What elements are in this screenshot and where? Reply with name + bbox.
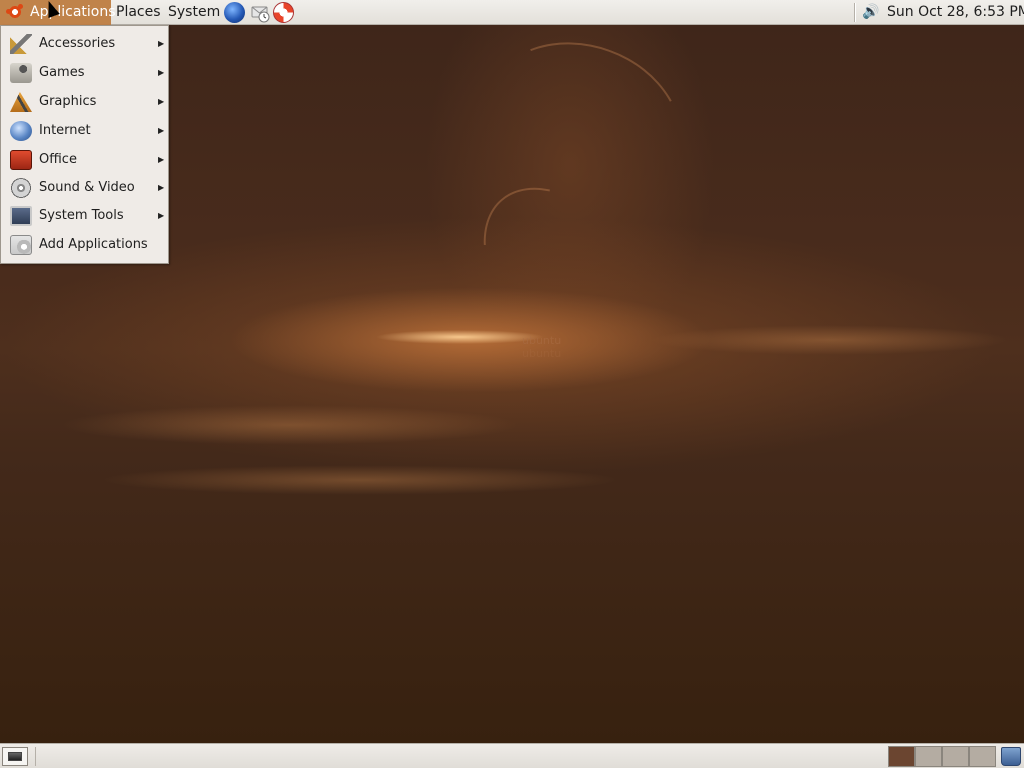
wallpaper-streak [100, 465, 620, 495]
ubuntu-logo-icon [6, 4, 23, 20]
system-menu-label: System [168, 4, 221, 20]
applications-menu-label: Applications [30, 4, 116, 20]
graphics-icon [10, 92, 32, 112]
applications-menu: Accessories ▶ Games ▶ Graphics ▶ Interne… [0, 25, 169, 264]
add-applications-icon [10, 235, 32, 255]
mail-client-icon[interactable] [250, 2, 271, 23]
accessories-icon [10, 34, 32, 54]
clock[interactable]: Sun Oct 28, 6:53 PM [887, 0, 1024, 25]
workspace-4[interactable] [969, 746, 996, 767]
menu-item-games[interactable]: Games ▶ [2, 59, 167, 87]
menu-item-add-applications[interactable]: Add Applications [2, 231, 167, 259]
sound-video-icon [10, 178, 32, 198]
menu-item-label: Sound & Video [39, 180, 135, 195]
menu-item-accessories[interactable]: Accessories ▶ [2, 30, 167, 58]
workspace-3[interactable] [942, 746, 969, 767]
submenu-arrow-icon: ▶ [158, 97, 165, 106]
menu-item-sound-video[interactable]: Sound & Video ▶ [2, 174, 167, 202]
wallpaper-streak [60, 405, 520, 445]
places-menu-label: Places [116, 4, 161, 20]
show-desktop-icon[interactable] [2, 747, 28, 766]
menu-item-label: System Tools [39, 208, 124, 223]
submenu-arrow-icon: ▶ [158, 68, 165, 77]
menu-item-label: Games [39, 65, 85, 80]
menu-item-label: Add Applications [39, 237, 148, 252]
submenu-arrow-icon: ▶ [158, 155, 165, 164]
ubuntu-watermark: ubuntu ubuntu [522, 334, 562, 360]
menu-item-label: Accessories [39, 36, 116, 51]
panel-separator [35, 747, 36, 766]
menu-item-label: Graphics [39, 94, 97, 109]
system-tools-icon [10, 206, 32, 226]
internet-globe-icon [10, 121, 32, 141]
submenu-arrow-icon: ▶ [158, 126, 165, 135]
bottom-panel [0, 743, 1024, 768]
top-panel: Applications Places System 🔊 Sun Oct 28,… [0, 0, 1024, 25]
menu-item-graphics[interactable]: Graphics ▶ [2, 88, 167, 116]
system-menu-button[interactable]: System [163, 0, 225, 25]
games-icon [10, 63, 32, 83]
menu-item-label: Office [39, 152, 77, 167]
workspace-1[interactable] [888, 746, 915, 767]
submenu-arrow-icon: ▶ [158, 39, 165, 48]
menu-item-office[interactable]: Office ▶ [2, 146, 167, 174]
submenu-arrow-icon: ▶ [158, 211, 165, 220]
menu-item-label: Internet [39, 123, 91, 138]
places-menu-button[interactable]: Places [111, 0, 166, 25]
workspace-2[interactable] [915, 746, 942, 767]
volume-icon[interactable]: 🔊 [862, 4, 880, 20]
help-lifebuoy-icon[interactable] [273, 2, 294, 23]
web-browser-globe-icon[interactable] [224, 2, 245, 23]
menu-item-internet[interactable]: Internet ▶ [2, 117, 167, 145]
trash-icon[interactable] [1001, 747, 1021, 766]
wallpaper-streak [650, 325, 1010, 355]
panel-separator [854, 3, 856, 22]
office-icon [10, 150, 32, 170]
submenu-arrow-icon: ▶ [158, 183, 165, 192]
menu-item-system-tools[interactable]: System Tools ▶ [2, 202, 167, 230]
